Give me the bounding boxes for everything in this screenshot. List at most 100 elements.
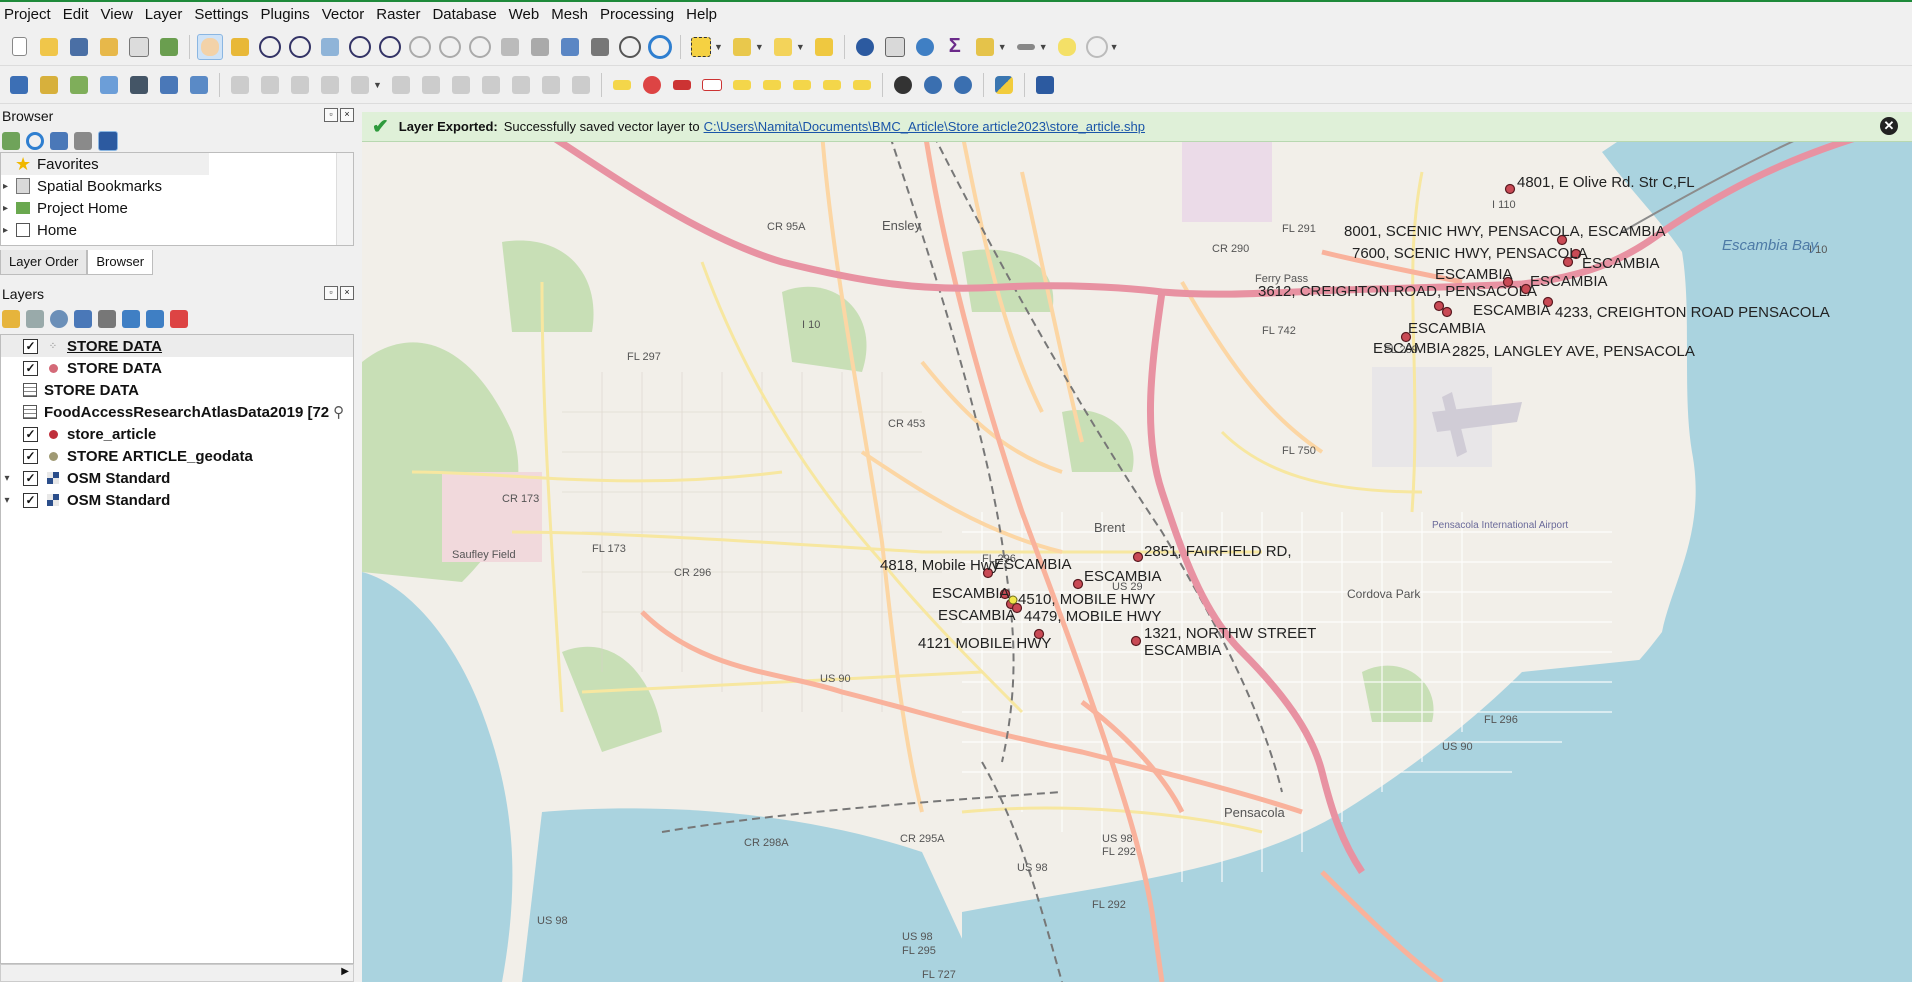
expand-arrow-icon[interactable]: ▸ xyxy=(3,225,15,236)
info-icon[interactable] xyxy=(98,131,118,151)
open-styling-icon[interactable] xyxy=(2,310,20,328)
layers-horizontal-scrollbar[interactable]: ▶ xyxy=(0,964,354,982)
layer-visibility-checkbox[interactable]: ✓ xyxy=(23,426,38,442)
cut-icon[interactable] xyxy=(448,72,474,98)
python-console-icon[interactable] xyxy=(991,72,1017,98)
add-mesh-icon[interactable] xyxy=(126,72,152,98)
filter-legend-icon[interactable] xyxy=(74,310,92,328)
add-selected-icon[interactable] xyxy=(2,132,20,150)
toolbox-gear-icon[interactable] xyxy=(912,34,938,60)
expand-arrow-icon[interactable]: ▸ xyxy=(3,181,15,192)
filter-icon[interactable] xyxy=(50,132,68,150)
new-map-view-icon[interactable] xyxy=(497,34,523,60)
modify-attributes-icon[interactable] xyxy=(388,72,414,98)
collapse-all-icon[interactable] xyxy=(74,132,92,150)
layer-visibility-checkbox[interactable]: ✓ xyxy=(23,338,38,354)
refresh-icon[interactable] xyxy=(647,34,673,60)
paste-icon[interactable] xyxy=(508,72,534,98)
expand-all-icon[interactable] xyxy=(122,310,140,328)
select-features-icon[interactable] xyxy=(688,34,714,60)
data-source-manager-icon[interactable] xyxy=(6,72,32,98)
plugin-globe-search-icon[interactable] xyxy=(950,72,976,98)
layer-row[interactable]: ✓ STORE ARTICLE_geodata xyxy=(1,445,353,467)
add-wms-icon[interactable] xyxy=(156,72,182,98)
map-canvas[interactable]: CR 95A FL 291 I 110 CR 290 I 10 I 10 FL … xyxy=(362,112,1912,982)
label-move-icon[interactable] xyxy=(729,72,755,98)
zoom-native-icon[interactable] xyxy=(407,34,433,60)
expand-arrow-icon[interactable]: ▾ xyxy=(1,495,13,506)
menu-layer[interactable]: Layer xyxy=(141,2,191,28)
browser-item-home[interactable]: ▸ Home xyxy=(1,219,353,241)
help-icon[interactable] xyxy=(1032,72,1058,98)
expand-arrow-icon[interactable]: ▸ xyxy=(3,203,15,214)
scroll-right-icon[interactable]: ▶ xyxy=(341,966,349,977)
tab-browser[interactable]: Browser xyxy=(87,250,154,275)
label-rotate-icon[interactable] xyxy=(759,72,785,98)
layer-row[interactable]: ✓ STORE DATA xyxy=(1,357,353,379)
browser-scrollbar[interactable] xyxy=(336,153,353,245)
map-tips-icon[interactable] xyxy=(1054,34,1080,60)
menu-vector[interactable]: Vector xyxy=(318,2,373,28)
plugin-binoculars-icon[interactable] xyxy=(890,72,916,98)
chevron-down-icon[interactable]: ▼ xyxy=(373,80,382,90)
layer-row[interactable]: ▾ ✓ OSM Standard xyxy=(1,489,353,511)
select-by-value-icon[interactable] xyxy=(729,34,755,60)
add-group-icon[interactable] xyxy=(26,310,44,328)
layer-row[interactable]: ✓ store_article xyxy=(1,423,353,445)
measure-icon[interactable] xyxy=(1013,34,1039,60)
refresh-icon[interactable] xyxy=(26,132,44,150)
layer-row[interactable]: STORE DATA xyxy=(1,379,353,401)
open-project-icon[interactable] xyxy=(36,34,62,60)
copy-icon[interactable] xyxy=(478,72,504,98)
add-feature-icon[interactable] xyxy=(317,72,343,98)
menu-plugins[interactable]: Plugins xyxy=(257,2,318,28)
expand-arrow-icon[interactable]: ▾ xyxy=(1,473,13,484)
chevron-down-icon[interactable]: ▼ xyxy=(1039,42,1048,52)
select-location-icon[interactable] xyxy=(811,34,837,60)
zoom-out-icon[interactable] xyxy=(287,34,313,60)
deselect-icon[interactable] xyxy=(770,34,796,60)
layer-row[interactable]: FoodAccessResearchAtlasData2019 [72 ⚲ xyxy=(1,401,353,423)
layer-visibility-checkbox[interactable]: ✓ xyxy=(23,448,38,464)
menu-view[interactable]: View xyxy=(97,2,141,28)
close-panel-icon[interactable]: × xyxy=(340,108,354,122)
label-properties-icon[interactable] xyxy=(849,72,875,98)
zoom-selection-icon[interactable] xyxy=(347,34,373,60)
statistics-sigma-icon[interactable]: Σ xyxy=(942,34,968,60)
float-panel-icon[interactable]: ▫ xyxy=(324,286,338,300)
menu-raster[interactable]: Raster xyxy=(372,2,428,28)
browser-item-favorites[interactable]: ★ Favorites xyxy=(1,153,209,175)
menu-help[interactable]: Help xyxy=(682,2,725,28)
menu-processing[interactable]: Processing xyxy=(596,2,682,28)
redo-icon[interactable] xyxy=(568,72,594,98)
diagram-icon[interactable] xyxy=(639,72,665,98)
save-edits-icon[interactable] xyxy=(287,72,313,98)
new-3d-view-icon[interactable] xyxy=(527,34,553,60)
zoom-layer-icon[interactable] xyxy=(377,34,403,60)
menu-project[interactable]: Project xyxy=(0,2,59,28)
close-panel-icon[interactable]: × xyxy=(340,286,354,300)
layer-visibility-checkbox[interactable]: ✓ xyxy=(23,492,38,508)
label-toolbar-icon[interactable] xyxy=(819,72,845,98)
zoom-in-icon[interactable] xyxy=(257,34,283,60)
label-change-icon[interactable] xyxy=(789,72,815,98)
layer-visibility-checkbox[interactable]: ✓ xyxy=(23,360,38,376)
new-geopackage-icon[interactable] xyxy=(36,72,62,98)
collapse-all-icon[interactable] xyxy=(146,310,164,328)
add-raster-icon[interactable] xyxy=(96,72,122,98)
close-icon[interactable]: ✕ xyxy=(1880,117,1898,135)
vertex-tool-icon[interactable] xyxy=(347,72,373,98)
new-project-icon[interactable] xyxy=(6,34,32,60)
chevron-down-icon[interactable]: ▼ xyxy=(998,42,1007,52)
label-abc-icon[interactable] xyxy=(609,72,635,98)
save-project-icon[interactable] xyxy=(66,34,92,60)
manage-visibility-icon[interactable] xyxy=(50,310,68,328)
filter-expression-icon[interactable] xyxy=(98,310,116,328)
chevron-down-icon[interactable]: ▼ xyxy=(1110,42,1119,52)
toggle-editing-icon[interactable] xyxy=(257,72,283,98)
style-manager-icon[interactable] xyxy=(156,34,182,60)
chevron-down-icon[interactable]: ▼ xyxy=(796,42,805,52)
label-show-hide-icon[interactable] xyxy=(699,72,725,98)
pan-hand-icon[interactable] xyxy=(197,33,223,60)
identify-icon[interactable] xyxy=(852,34,878,60)
